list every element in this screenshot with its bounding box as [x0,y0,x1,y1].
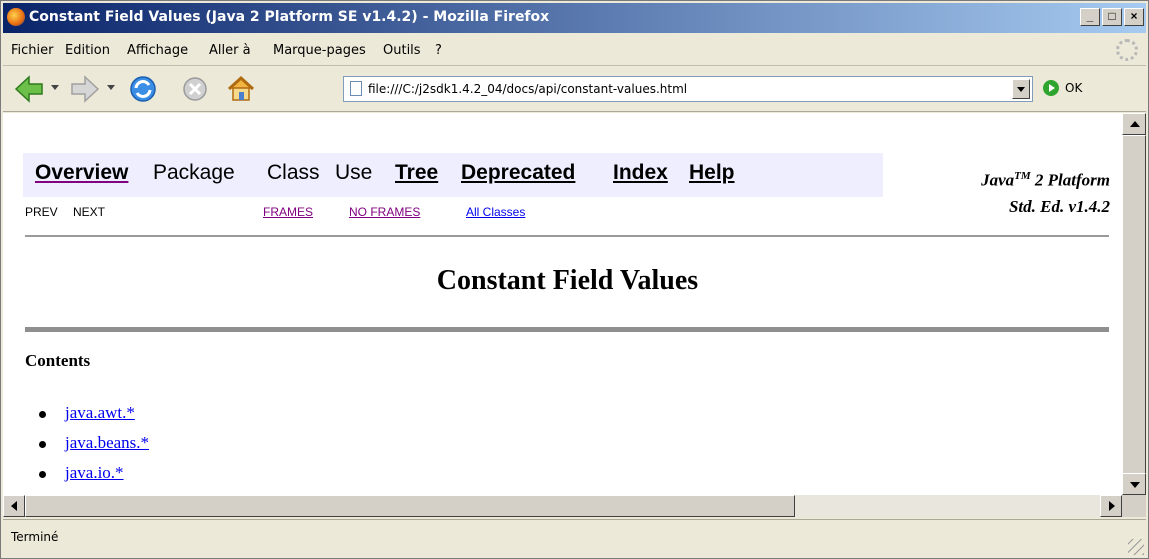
browser-window: Constant Field Values (Java 2 Platform S… [0,0,1149,559]
forward-arrow-icon[interactable] [69,73,101,105]
status-text: Terminé [11,530,59,544]
all-classes-link[interactable]: All Classes [466,205,525,219]
list-item: java.awt.* [38,403,149,433]
close-button[interactable]: × [1124,8,1144,26]
menu-help[interactable]: ? [435,43,442,58]
menu-outils[interactable]: Outils [383,43,421,58]
navigation-toolbar: OK [3,67,1146,112]
nav-package-label: Package [153,161,235,184]
nav-index-link[interactable]: Index [613,161,668,185]
vertical-scroll-thumb[interactable] [1122,135,1146,475]
package-link-java-awt[interactable]: java.awt.* [65,403,135,422]
nav-class-label: Class [267,161,320,184]
package-list: java.awt.* java.beans.* java.io.* [38,403,149,493]
scroll-left-button[interactable] [3,495,25,517]
scroll-up-button[interactable] [1122,113,1146,135]
page-title: Constant Field Values [436,265,699,296]
platform-edition: Std. Ed. v1.4.2 [1008,196,1110,216]
go-label: OK [1065,81,1083,95]
package-link-java-beans[interactable]: java.beans.* [65,433,149,452]
platform-tm: TM [1014,170,1031,182]
stop-icon[interactable] [179,73,211,105]
nav-deprecated-link[interactable]: Deprecated [461,161,575,185]
subnav-next: NEXT [73,205,106,219]
back-arrow-icon[interactable] [13,73,45,105]
page-icon [350,81,362,96]
no-frames-link[interactable]: NO FRAMES [349,205,420,219]
status-bar: Terminé [3,519,1146,557]
home-icon[interactable] [225,73,257,105]
list-item: java.io.* [38,463,149,493]
resize-grip-icon[interactable] [1128,539,1144,555]
scrollbar-corner [1122,495,1146,517]
left-arrow-icon [11,501,17,511]
url-history-dropdown[interactable] [1012,79,1030,99]
contents-heading: Contents [25,351,91,370]
top-navbar: Overview Package Class Use Tree Deprecat… [23,153,883,197]
back-history-chevron-icon[interactable] [51,85,59,90]
horizontal-scroll-thumb[interactable] [25,495,795,517]
menu-fichier[interactable]: Fichier [11,43,54,58]
go-icon [1043,80,1059,96]
menu-affichage[interactable]: Affichage [127,43,188,58]
menu-bar: Fichier Edition Affichage Aller à Marque… [3,35,1146,66]
divider [25,235,1109,237]
url-input[interactable] [368,79,988,99]
maximize-button[interactable]: □ [1102,8,1122,26]
minimize-button[interactable]: _ [1080,8,1100,26]
platform-label: JavaTM 2 Platform Std. Ed. v1.4.2 [981,163,1110,220]
firefox-icon [7,8,25,26]
horizontal-scrollbar[interactable] [3,495,1122,517]
page-content: Overview Package Class Use Tree Deprecat… [3,113,1122,495]
up-arrow-icon [1130,121,1140,127]
nav-use-label: Use [335,161,373,184]
forward-history-chevron-icon[interactable] [107,85,115,90]
right-arrow-icon [1109,501,1115,511]
scroll-right-button[interactable] [1100,495,1122,517]
list-item: java.beans.* [38,433,149,463]
down-arrow-icon [1130,482,1140,488]
address-bar[interactable] [343,76,1033,102]
reload-icon[interactable] [127,73,159,105]
throbber-icon [1116,39,1138,61]
title-bar[interactable]: Constant Field Values (Java 2 Platform S… [3,3,1146,33]
menu-marque-pages[interactable]: Marque-pages [273,43,366,58]
platform-rest: 2 Platform [1030,170,1110,190]
nav-help-link[interactable]: Help [689,161,735,185]
divider-thick [25,327,1109,332]
frames-link[interactable]: FRAMES [263,205,313,219]
window-title: Constant Field Values (Java 2 Platform S… [29,9,550,25]
subnav-prev: PREV [25,205,58,219]
vertical-scrollbar[interactable] [1122,113,1146,495]
menu-aller-a[interactable]: Aller à [209,43,251,58]
nav-overview-link[interactable]: Overview [35,161,128,185]
platform-java: Java [981,170,1015,190]
package-link-java-io[interactable]: java.io.* [65,463,124,482]
scroll-down-button[interactable] [1122,473,1146,495]
nav-tree-link[interactable]: Tree [395,161,438,185]
menu-edition[interactable]: Edition [65,43,110,58]
